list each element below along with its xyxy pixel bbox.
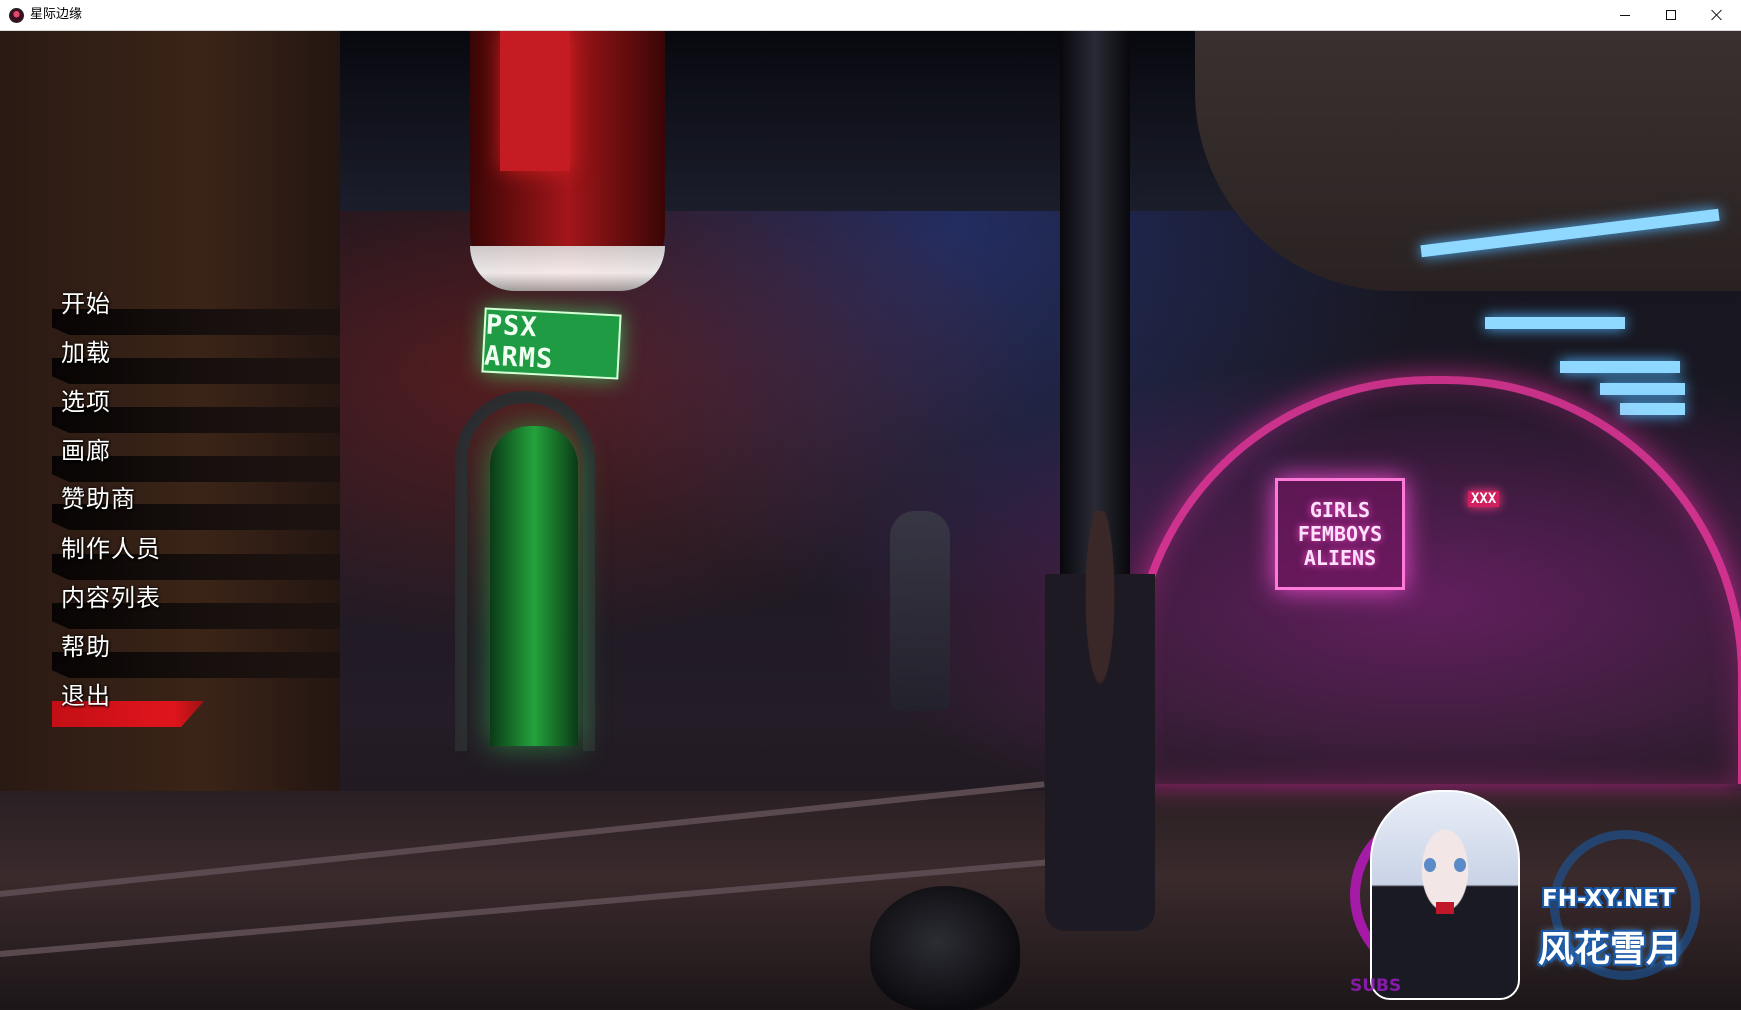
neon-arch — [1130, 376, 1741, 784]
watermark-logo: FH-XY.NET 风花雪月 SUBS — [1350, 790, 1730, 1000]
window-title: 星际边缘 — [30, 7, 83, 22]
watermark-subtitle: SUBS — [1350, 976, 1402, 996]
menu-item-credits[interactable]: 制作人员 — [52, 534, 342, 580]
menu-item-label: 开始 — [61, 290, 111, 318]
menu-item-label: 赞助商 — [61, 485, 136, 513]
menu-item-label: 退出 — [61, 682, 111, 710]
minimize-button[interactable] — [1602, 0, 1648, 30]
club-sign-line: FEMBOYS — [1297, 522, 1383, 546]
green-door — [490, 426, 578, 746]
maximize-icon — [1666, 10, 1676, 20]
menu-item-label: 制作人员 — [61, 535, 161, 563]
menu-item-options[interactable]: 选项 — [52, 387, 342, 433]
menu-item-start[interactable]: 开始 — [52, 289, 342, 335]
menu-item-sponsors[interactable]: 赞助商 — [52, 484, 342, 530]
lamp-dome — [470, 246, 665, 291]
neon-tube — [1620, 403, 1685, 415]
mascot-eye — [1424, 858, 1436, 872]
menu-item-load[interactable]: 加载 — [52, 338, 342, 384]
walking-figure — [890, 511, 950, 711]
neon-tube — [1600, 383, 1685, 395]
club-sign: GIRLS FEMBOYS ALIENS — [1275, 478, 1405, 590]
menu-item-content-list[interactable]: 内容列表 — [52, 583, 342, 629]
title-bar[interactable]: 星际边缘 — [0, 0, 1741, 31]
menu-item-label: 内容列表 — [61, 584, 161, 612]
shop-sign-text: PSX ARMS — [483, 309, 555, 375]
maximize-button[interactable] — [1648, 0, 1694, 30]
trash-bag — [870, 886, 1020, 1010]
menu-item-quit[interactable]: 退出 — [52, 681, 342, 727]
watermark-name: 风花雪月 — [1538, 929, 1683, 970]
menu-item-label: 加载 — [61, 339, 111, 367]
main-menu: 开始 加载 选项 画廊 赞助商 制作人员 内容列表 帮助 退出 — [0, 31, 360, 1010]
menu-item-label: 帮助 — [61, 633, 111, 661]
shop-sign: PSX ARMS — [481, 307, 622, 380]
character-figure — [1045, 511, 1155, 931]
watermark-url: FH-XY.NET — [1542, 886, 1675, 912]
close-icon — [1711, 9, 1723, 21]
club-sign-line: GIRLS — [1309, 498, 1371, 522]
mascot-eye — [1454, 858, 1466, 872]
menu-item-label: 选项 — [61, 388, 111, 416]
neon-tube — [1485, 317, 1625, 329]
close-button[interactable] — [1694, 0, 1740, 30]
minimize-icon — [1620, 14, 1630, 16]
game-window: 星际边缘 PSX ARMS GIRLS FEMBOYS ALIENS XXX 开… — [0, 0, 1741, 1010]
neon-tube — [1560, 361, 1680, 373]
club-sign-line: ALIENS — [1303, 546, 1377, 570]
watermark-mascot — [1370, 790, 1520, 1000]
warning-sign — [500, 31, 570, 171]
mascot-bow — [1436, 902, 1454, 914]
xxx-sign: XXX — [1468, 491, 1500, 507]
menu-item-gallery[interactable]: 画廊 — [52, 436, 342, 482]
app-icon — [9, 8, 24, 23]
menu-item-label: 画廊 — [61, 437, 111, 465]
menu-item-help[interactable]: 帮助 — [52, 632, 342, 678]
upper-platform — [1195, 31, 1741, 291]
